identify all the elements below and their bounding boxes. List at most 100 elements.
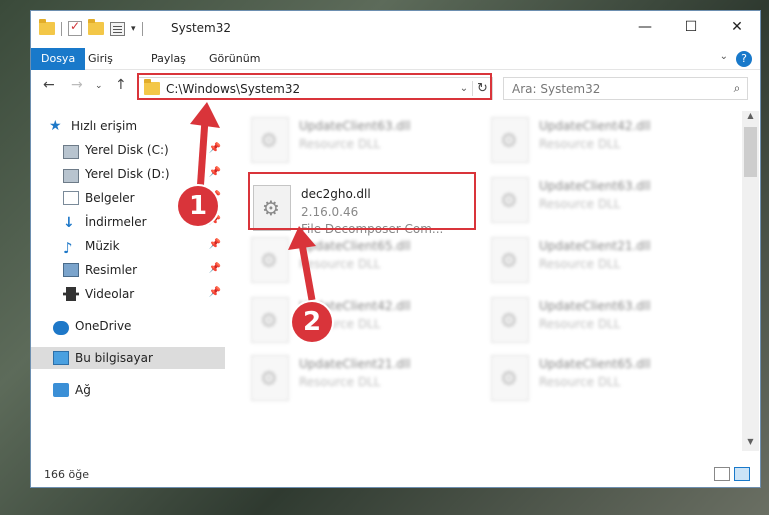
file-description: Resource DLL: [539, 197, 621, 211]
download-icon: ↓: [63, 215, 75, 231]
sidebar-item-this-pc[interactable]: Bu bilgisayar: [31, 347, 225, 369]
sidebar-item-music[interactable]: ♪ Müzik 📌: [31, 235, 225, 257]
sidebar-item-label: Bu bilgisayar: [75, 351, 153, 365]
sidebar-item-label: OneDrive: [75, 319, 132, 333]
file-description: Resource DLL: [539, 317, 621, 331]
window-controls: — ☐ ✕: [622, 11, 760, 43]
music-icon: ♪: [63, 239, 73, 257]
file-name: UpdateClient65.dll: [539, 357, 651, 371]
star-icon: ★: [49, 118, 62, 134]
maximize-button[interactable]: ☐: [668, 11, 714, 43]
sidebar-item-disk-c[interactable]: Yerel Disk (C:) 📌: [31, 139, 225, 161]
sidebar-item-label: Yerel Disk (D:): [85, 167, 170, 181]
sidebar-item-videos[interactable]: Videolar 📌: [31, 283, 225, 305]
videos-icon: [63, 287, 79, 301]
file-name: UpdateClient63.dll: [539, 179, 651, 193]
sidebar-item-network[interactable]: Ağ: [31, 379, 225, 401]
pictures-icon: [63, 263, 79, 277]
file-tile[interactable]: UpdateClient65.dll Resource DLL: [491, 355, 721, 407]
scroll-down-arrow-icon[interactable]: ▼: [742, 437, 759, 451]
sidebar-item-quick-access[interactable]: ★ Hızlı erişim: [31, 115, 225, 137]
scrollbar-thumb[interactable]: [744, 127, 757, 177]
dll-file-icon: [251, 297, 289, 343]
tiles-view-icon[interactable]: [734, 467, 750, 481]
search-input[interactable]: Ara: System32: [512, 82, 727, 96]
file-list: UpdateClient63.dll Resource DLL UpdateCl…: [229, 111, 741, 451]
file-tile[interactable]: UpdateClient63.dll Resource DLL: [491, 177, 721, 229]
recent-locations-chevron-icon[interactable]: ⌄: [95, 81, 103, 91]
title-separator: [141, 21, 143, 36]
search-icon[interactable]: ⌕: [727, 81, 747, 96]
folder-icon: [39, 19, 55, 35]
scroll-up-arrow-icon[interactable]: ▲: [742, 111, 759, 125]
expand-ribbon-icon[interactable]: ⌄: [720, 51, 728, 62]
file-tile[interactable]: UpdateClient42.dll Resource DLL: [491, 117, 721, 169]
file-highlight-box: [248, 172, 476, 230]
help-icon[interactable]: ?: [736, 51, 752, 67]
file-tile[interactable]: UpdateClient21.dll Resource DLL: [251, 355, 481, 407]
tab-view[interactable]: Görünüm: [199, 48, 270, 70]
dll-file-icon: [251, 237, 289, 283]
tab-home[interactable]: Giriş: [78, 48, 123, 70]
pin-icon[interactable]: 📌: [209, 239, 221, 250]
dll-file-icon: [491, 177, 529, 223]
dll-file-icon: [491, 355, 529, 401]
new-folder-icon[interactable]: [88, 19, 104, 35]
file-tile[interactable]: UpdateClient65.dll Resource DLL: [251, 237, 481, 289]
pin-icon[interactable]: 📌: [209, 263, 221, 274]
file-tile[interactable]: UpdateClient42.dll Resource DLL: [251, 297, 481, 349]
file-tile[interactable]: UpdateClient21.dll Resource DLL: [491, 237, 721, 289]
customize-toolbar-arrow[interactable]: ▾: [131, 24, 136, 34]
vertical-scrollbar[interactable]: ▲ ▼: [742, 111, 759, 451]
file-description: Resource DLL: [299, 375, 381, 389]
sidebar-item-pictures[interactable]: Resimler 📌: [31, 259, 225, 281]
dll-file-icon: [491, 237, 529, 283]
dll-file-icon: [251, 355, 289, 401]
view-toggle: [714, 467, 750, 481]
sidebar-item-label: Videolar: [85, 287, 135, 301]
cloud-icon: [53, 320, 69, 335]
file-tile[interactable]: UpdateClient63.dll Resource DLL: [251, 117, 481, 169]
search-box[interactable]: Ara: System32 ⌕: [503, 77, 748, 100]
close-button[interactable]: ✕: [714, 11, 760, 43]
sidebar-item-disk-d[interactable]: Yerel Disk (D:) 📌: [31, 163, 225, 185]
file-description: Resource DLL: [299, 137, 381, 151]
up-arrow-icon[interactable]: ↑: [115, 77, 127, 93]
file-name: UpdateClient65.dll: [299, 239, 411, 253]
status-bar: 166 öğe: [31, 463, 760, 487]
file-description: Resource DLL: [299, 257, 381, 271]
address-highlight-box: [137, 73, 492, 100]
sidebar-item-onedrive[interactable]: OneDrive: [31, 315, 225, 337]
properties-icon[interactable]: [110, 21, 125, 36]
title-bar: ▾ System32 — ☐ ✕: [31, 11, 760, 47]
sidebar-item-label: Ağ: [75, 383, 91, 397]
dll-file-icon: [491, 117, 529, 163]
dll-file-icon: [491, 297, 529, 343]
pin-icon[interactable]: 📌: [209, 167, 221, 178]
sidebar-item-label: Yerel Disk (C:): [85, 143, 169, 157]
dll-file-icon: [251, 117, 289, 163]
minimize-button[interactable]: —: [622, 11, 668, 43]
network-icon: [53, 383, 69, 397]
properties-check-icon[interactable]: [68, 19, 82, 36]
forward-arrow-icon[interactable]: →: [71, 77, 83, 93]
file-name: UpdateClient63.dll: [539, 299, 651, 313]
item-count: 166 öğe: [44, 468, 89, 481]
file-tile[interactable]: UpdateClient63.dll Resource DLL: [491, 297, 721, 349]
tab-share[interactable]: Paylaş: [141, 48, 196, 70]
back-arrow-icon[interactable]: ←: [43, 77, 55, 93]
file-description: Resource DLL: [539, 257, 621, 271]
sidebar-item-label: Belgeler: [85, 191, 135, 205]
computer-icon: [53, 351, 69, 365]
disk-icon: [63, 144, 79, 159]
pin-icon[interactable]: 📌: [209, 287, 221, 298]
window-title: System32: [171, 21, 232, 35]
step-2-badge: 2: [292, 302, 332, 342]
documents-icon: [63, 191, 79, 205]
disk-icon: [63, 168, 79, 183]
navigation-pane: ★ Hızlı erişim Yerel Disk (C:) 📌 Yerel D…: [31, 111, 227, 451]
pin-icon[interactable]: 📌: [209, 143, 221, 154]
step-1-badge: 1: [178, 186, 218, 226]
details-view-icon[interactable]: [714, 467, 730, 481]
file-name: UpdateClient21.dll: [299, 357, 411, 371]
